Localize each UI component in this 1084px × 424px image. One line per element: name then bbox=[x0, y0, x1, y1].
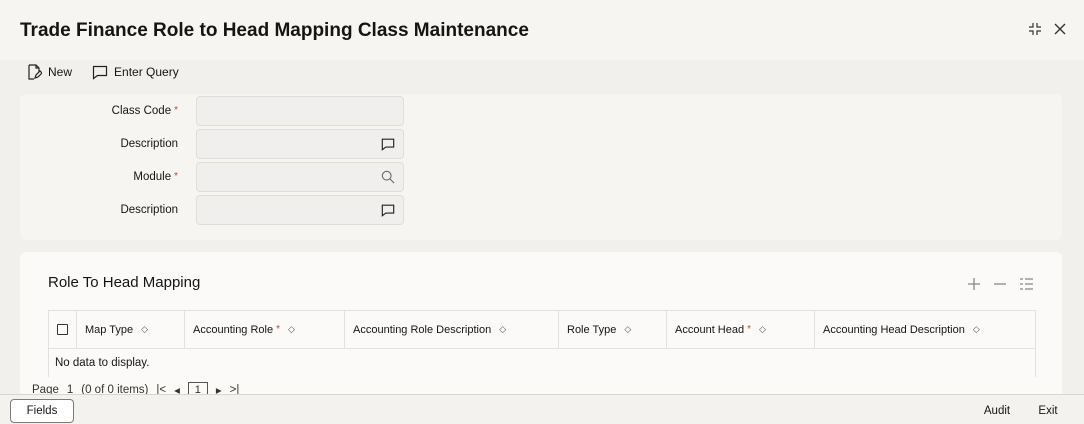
description-field[interactable] bbox=[196, 129, 404, 159]
select-all-checkbox[interactable] bbox=[57, 324, 68, 335]
sort-icon[interactable]: ◇ bbox=[499, 324, 506, 335]
grid-tools bbox=[966, 276, 1034, 292]
module-row: Module * bbox=[20, 162, 404, 192]
module-description-label: Description bbox=[120, 204, 178, 216]
add-row-icon[interactable] bbox=[966, 276, 982, 292]
close-icon[interactable] bbox=[1054, 23, 1066, 39]
sort-icon[interactable]: ◇ bbox=[288, 324, 295, 335]
comment-icon[interactable] bbox=[381, 203, 395, 217]
title-bar: Trade Finance Role to Head Mapping Class… bbox=[0, 0, 1084, 60]
enter-query-button[interactable]: Enter Query bbox=[92, 64, 179, 80]
module-input[interactable] bbox=[197, 163, 403, 191]
toolbar: New Enter Query bbox=[26, 64, 179, 80]
list-view-icon[interactable] bbox=[1018, 276, 1034, 292]
description-row: Description bbox=[20, 129, 404, 159]
search-icon[interactable] bbox=[381, 170, 395, 184]
required-marker: * bbox=[174, 171, 178, 182]
empty-message: No data to display. bbox=[55, 357, 150, 369]
class-code-row: Class Code * bbox=[20, 96, 404, 126]
sort-icon[interactable]: ◇ bbox=[624, 324, 631, 335]
module-field[interactable] bbox=[196, 162, 404, 192]
description-label: Description bbox=[120, 138, 178, 150]
required-marker: * bbox=[174, 105, 178, 116]
form-panel: Class Code * Description Module * Descript… bbox=[20, 94, 1062, 240]
audit-button[interactable]: Audit bbox=[972, 399, 1022, 423]
comment-icon[interactable] bbox=[381, 137, 395, 151]
table-header: Map Type ◇ Accounting Role * ◇ Accounting R… bbox=[49, 311, 1035, 349]
role-head-mapping-panel: Role To Head Mapping Map Type ◇ Accountin… bbox=[20, 252, 1062, 402]
sort-icon[interactable]: ◇ bbox=[141, 324, 148, 335]
col-accounting-head-description[interactable]: Accounting Head Description ◇ bbox=[815, 311, 1035, 348]
sort-icon[interactable]: ◇ bbox=[759, 324, 766, 335]
module-description-row: Description bbox=[20, 195, 404, 225]
class-code-field[interactable] bbox=[196, 96, 404, 126]
new-button[interactable]: New bbox=[26, 64, 72, 80]
col-map-type[interactable]: Map Type ◇ bbox=[77, 311, 185, 348]
new-label: New bbox=[48, 65, 73, 79]
col-account-head[interactable]: Account Head * ◇ bbox=[667, 311, 815, 348]
module-description-field[interactable] bbox=[196, 195, 404, 225]
footer-bar: Fields Audit Exit bbox=[0, 394, 1084, 424]
module-label: Module * bbox=[133, 171, 178, 183]
class-code-label: Class Code * bbox=[111, 105, 178, 117]
grid-title: Role To Head Mapping bbox=[48, 274, 201, 291]
col-accounting-role-description[interactable]: Accounting Role Description ◇ bbox=[345, 311, 559, 348]
required-marker: * bbox=[747, 324, 752, 335]
col-accounting-role[interactable]: Accounting Role * ◇ bbox=[185, 311, 345, 348]
mapping-table: Map Type ◇ Accounting Role * ◇ Accounting R… bbox=[48, 310, 1036, 377]
exit-button[interactable]: Exit bbox=[1028, 399, 1068, 423]
module-description-input[interactable] bbox=[197, 196, 403, 224]
collapse-icon[interactable] bbox=[1028, 22, 1042, 40]
new-document-icon bbox=[28, 64, 42, 80]
select-all-cell bbox=[49, 311, 77, 348]
comment-icon bbox=[92, 65, 108, 80]
col-role-type[interactable]: Role Type ◇ bbox=[559, 311, 667, 348]
description-input[interactable] bbox=[197, 130, 403, 158]
window-controls bbox=[1028, 22, 1066, 40]
class-code-input[interactable] bbox=[197, 97, 403, 125]
page-title: Trade Finance Role to Head Mapping Class… bbox=[20, 20, 529, 41]
delete-row-icon[interactable] bbox=[992, 276, 1008, 292]
enter-query-label: Enter Query bbox=[114, 65, 179, 79]
required-marker: * bbox=[276, 324, 281, 335]
sort-icon[interactable]: ◇ bbox=[973, 324, 980, 335]
fields-button[interactable]: Fields bbox=[10, 399, 74, 423]
